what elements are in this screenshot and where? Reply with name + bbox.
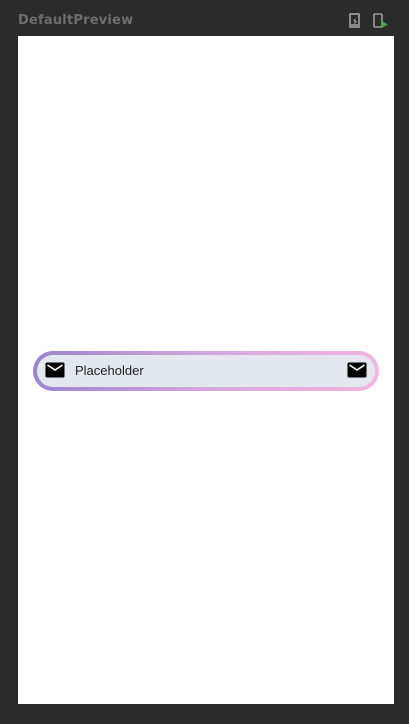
mail-icon[interactable] bbox=[347, 362, 367, 378]
preview-header: DefaultPreview bbox=[0, 0, 409, 36]
interactive-mode-icon[interactable] bbox=[373, 12, 389, 30]
preview-title: DefaultPreview bbox=[18, 13, 134, 28]
gradient-text-field[interactable]: Placeholder bbox=[33, 351, 379, 391]
text-field-input[interactable] bbox=[73, 355, 337, 389]
deploy-preview-icon[interactable] bbox=[347, 12, 363, 30]
text-field-container[interactable]: Placeholder bbox=[37, 355, 375, 389]
mail-icon bbox=[45, 362, 65, 378]
preview-canvas: Placeholder bbox=[18, 36, 394, 704]
